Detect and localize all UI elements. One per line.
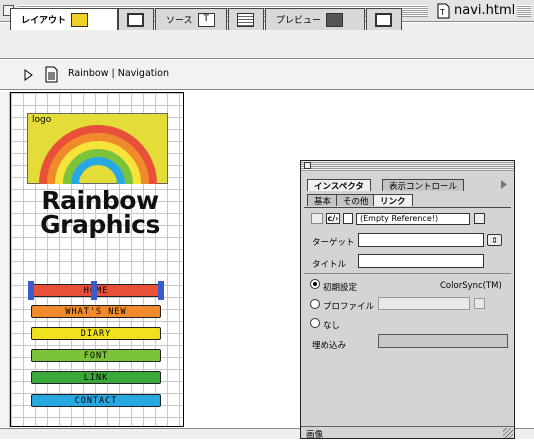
tab-scroll-right-icon[interactable] [501, 180, 507, 189]
profile-browse-icon[interactable] [474, 298, 485, 309]
tab-display-control[interactable]: 表示コントロール [382, 179, 465, 192]
selection-handle-left[interactable] [28, 281, 34, 300]
subtab-divider [304, 207, 511, 208]
footer-divider [301, 426, 514, 427]
frame-icon [375, 12, 392, 27]
nav-button-link[interactable]: LINK [31, 371, 161, 384]
tab-inspector[interactable]: インスペクタ [307, 179, 371, 192]
selection-handle-right[interactable] [158, 281, 164, 300]
browse-icon[interactable] [474, 213, 485, 224]
selection-handle-mid[interactable] [91, 281, 97, 300]
radio-profile[interactable] [310, 299, 320, 309]
tab-preview[interactable]: プレビュー [265, 8, 365, 30]
nav-button-font[interactable]: FONT [31, 349, 161, 362]
brand-title-line2: Graphics [40, 210, 160, 239]
point-file-icon[interactable] [343, 213, 353, 224]
preview-icon [326, 12, 344, 27]
tab-layout-label: レイアウト [21, 16, 67, 26]
breadcrumb: Rainbow | Navigation [68, 68, 169, 79]
colorsync-value: ColorSync(TM) [440, 281, 502, 291]
frame-icon [127, 12, 144, 27]
nav-button-contact[interactable]: CONTACT [31, 394, 161, 407]
disclosure-triangle-icon[interactable] [24, 69, 33, 81]
tab-preview-alt[interactable] [366, 8, 402, 30]
target-field[interactable] [358, 233, 484, 247]
document-icon [45, 66, 58, 83]
embed-field[interactable] [378, 334, 508, 348]
source-link-button[interactable]: c/› [326, 213, 340, 224]
radio-none-label: なし [323, 321, 341, 331]
inspector-close-box[interactable] [304, 162, 311, 169]
tab-source-alt[interactable] [228, 8, 264, 30]
link-field[interactable]: (Empty Reference!) [356, 213, 470, 225]
rainbow-logo-graphic [39, 125, 157, 184]
unlink-button[interactable] [311, 213, 323, 224]
radio-profile-label: プロファイル [323, 302, 375, 312]
radio-initial-label: 初期設定 [323, 283, 358, 293]
list-icon [237, 12, 254, 27]
left-ruler [0, 92, 10, 427]
profile-field[interactable] [378, 297, 470, 310]
layout-mode-icon [71, 12, 89, 27]
subtab-basic[interactable]: 基本 [307, 194, 339, 207]
tab-preview-label: プレビュー [276, 16, 322, 26]
section-divider [304, 273, 511, 274]
tab-layout-alt[interactable] [118, 8, 154, 30]
embed-label: 埋め込み [312, 341, 347, 351]
footer-image-label: 画像 [306, 430, 324, 440]
html-document-icon: T [437, 3, 450, 19]
nav-button-diary[interactable]: DIARY [31, 327, 161, 340]
subtab-link[interactable]: リンク [373, 194, 413, 207]
tab-source-label: ソース [166, 16, 193, 26]
radio-initial[interactable] [310, 279, 320, 289]
title-field[interactable] [358, 254, 484, 268]
window-title: navi.html [454, 3, 516, 18]
zoom-box[interactable] [517, 5, 531, 17]
nav-button-whats-new[interactable]: WHAT'S NEW [31, 305, 161, 318]
tab-layout[interactable]: レイアウト [10, 8, 118, 30]
resize-grip[interactable] [503, 428, 513, 438]
source-text-icon: T [197, 12, 215, 27]
svg-text:T: T [439, 8, 445, 17]
inspector-title-bar[interactable] [301, 161, 514, 171]
logo-label: logo [32, 115, 52, 125]
tab-source[interactable]: ソース T [155, 8, 227, 30]
title-label: タイトル [312, 260, 347, 270]
target-popup-button[interactable]: ⇕ [487, 234, 502, 246]
target-label: ターゲット [312, 238, 355, 248]
radio-none[interactable] [310, 318, 320, 328]
subtab-other[interactable]: その他 [336, 194, 376, 207]
